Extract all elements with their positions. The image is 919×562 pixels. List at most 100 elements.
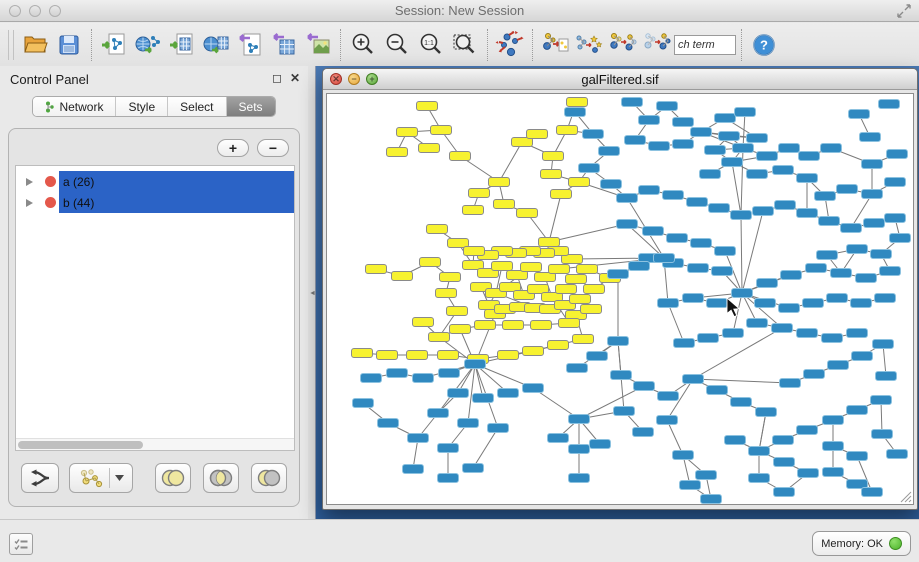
graph-node (570, 295, 591, 304)
graph-node (566, 275, 587, 284)
splitter-collapse-icon[interactable]: ◄ (309, 290, 316, 297)
graph-node (705, 146, 726, 155)
sets-list[interactable]: a (26) b (44) (15, 165, 295, 451)
network-frame[interactable]: ✕ − + galFiltered.sif (322, 68, 918, 510)
graph-node (431, 126, 452, 135)
add-set-button[interactable]: + (217, 139, 249, 157)
graph-node (523, 384, 544, 393)
zoom-out-icon[interactable] (380, 28, 414, 62)
import-network-file-icon[interactable] (97, 28, 131, 62)
task-history-button[interactable] (9, 533, 33, 555)
zoom-window-icon[interactable] (49, 5, 61, 17)
fullscreen-icon[interactable] (897, 4, 911, 18)
network-from-selection-icon[interactable] (538, 28, 572, 62)
network-canvas[interactable] (326, 93, 914, 505)
graph-node (413, 374, 434, 383)
minimize-window-icon[interactable] (29, 5, 41, 17)
scrollbar-thumb[interactable] (18, 441, 143, 449)
graph-node (438, 351, 459, 360)
frame-close-icon[interactable]: ✕ (330, 73, 342, 85)
graph-node (819, 217, 840, 226)
merge-networks-icon[interactable] (572, 28, 606, 62)
graph-node (447, 307, 468, 316)
export-image-icon[interactable] (301, 28, 335, 62)
graph-node (649, 142, 670, 151)
graph-node (847, 329, 868, 338)
graph-node (573, 335, 594, 344)
import-table-web-icon[interactable] (199, 28, 233, 62)
horizontal-scrollbar[interactable] (16, 438, 294, 450)
graph-node (377, 351, 398, 360)
graph-node (387, 369, 408, 378)
graph-node (465, 360, 486, 369)
graph-node (733, 144, 754, 153)
zoom-actual-icon[interactable]: 1:1 (414, 28, 448, 62)
intersection-networks-icon[interactable] (640, 28, 674, 62)
graph-node (352, 349, 373, 358)
zoom-fit-selected-icon[interactable] (448, 28, 482, 62)
split-sets-button[interactable] (21, 463, 59, 493)
memory-status-button[interactable]: Memory: OK (812, 531, 911, 556)
close-panel-icon[interactable]: ✕ (290, 71, 300, 85)
graph-node (407, 351, 428, 360)
zoom-in-icon[interactable] (346, 28, 380, 62)
window-titlebar[interactable]: Session: New Session (0, 0, 919, 22)
venn-intersection-button[interactable] (203, 463, 239, 493)
graph-node (463, 464, 484, 473)
set-label[interactable]: b (44) (63, 196, 94, 210)
graph-node (436, 289, 457, 298)
graph-node (797, 174, 818, 183)
apply-layout-icon[interactable] (493, 28, 527, 62)
set-label[interactable]: a (26) (63, 175, 94, 189)
graph-node (890, 234, 911, 243)
graph-node (440, 273, 461, 282)
graph-node (657, 102, 678, 111)
frame-maximize-icon[interactable]: + (366, 73, 378, 85)
network-frame-titlebar[interactable]: ✕ − + galFiltered.sif (323, 69, 917, 90)
graph-node (774, 488, 795, 497)
venn-union-button[interactable] (155, 463, 191, 493)
set-color-marker[interactable] (45, 176, 56, 187)
graph-node (849, 110, 870, 119)
set-row-b[interactable]: b (44) (16, 192, 294, 213)
float-window-icon[interactable]: ◻ (272, 71, 282, 85)
expander-icon[interactable] (26, 199, 33, 207)
expander-icon[interactable] (26, 178, 33, 186)
export-network-icon[interactable] (233, 28, 267, 62)
venn-difference-button[interactable] (251, 463, 287, 493)
create-set-button[interactable] (69, 463, 133, 493)
tab-select[interactable]: Select (168, 97, 226, 116)
graph-node (551, 190, 572, 199)
graph-node (747, 170, 768, 179)
import-network-web-icon[interactable] (131, 28, 165, 62)
graph-node (885, 214, 906, 223)
import-table-file-icon[interactable] (165, 28, 199, 62)
set-color-marker[interactable] (45, 197, 56, 208)
graph-node (577, 265, 598, 274)
tab-network[interactable]: Network (33, 97, 116, 116)
search-input[interactable] (674, 35, 736, 55)
help-icon[interactable]: ? (747, 28, 781, 62)
export-table-icon[interactable] (267, 28, 301, 62)
remove-set-button[interactable]: − (257, 139, 289, 157)
network-graph[interactable] (327, 94, 914, 505)
graph-node (879, 100, 900, 109)
set-row-a[interactable]: a (26) (16, 171, 294, 192)
graph-node (691, 128, 712, 137)
open-folder-icon[interactable] (18, 28, 52, 62)
resize-grip-icon[interactable] (898, 489, 912, 503)
difference-networks-icon[interactable] (606, 28, 640, 62)
graph-node (871, 396, 892, 405)
close-window-icon[interactable] (9, 5, 21, 17)
graph-node (707, 299, 728, 308)
panel-splitter[interactable]: ◄ (308, 66, 316, 519)
tab-sets[interactable]: Sets (227, 97, 275, 116)
frame-minimize-icon[interactable]: − (348, 73, 360, 85)
toolbar-grip[interactable] (8, 30, 14, 60)
graph-node (498, 351, 519, 360)
graph-node (860, 133, 881, 142)
graph-node (366, 265, 387, 274)
tab-style[interactable]: Style (116, 97, 168, 116)
save-icon[interactable] (52, 28, 86, 62)
svg-text:1:1: 1:1 (424, 40, 434, 47)
